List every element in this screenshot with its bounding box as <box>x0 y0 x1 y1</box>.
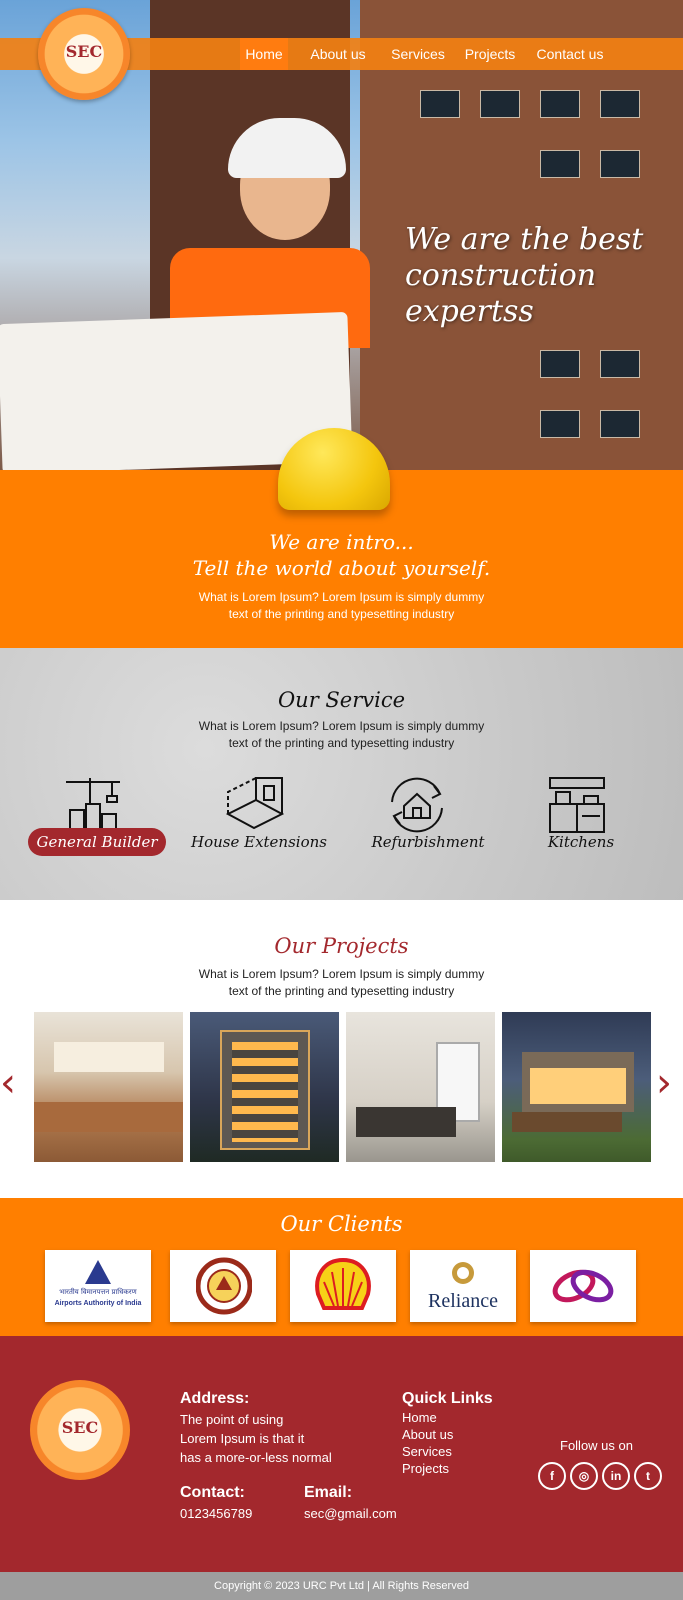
logo-text: SEC <box>65 42 103 61</box>
client-logo-reliance[interactable]: Reliance <box>410 1250 516 1322</box>
projects-section: Our Projects What is Lorem Ipsum? Lorem … <box>0 900 683 1198</box>
project-image-kitchen[interactable] <box>34 1012 183 1162</box>
intro-text-line2: text of the printing and typesetting ind… <box>228 607 455 621</box>
clients-title: Our Clients <box>280 1212 403 1236</box>
instagram-icon[interactable]: ◎ <box>570 1462 598 1490</box>
intro-text-line1: What is Lorem Ipsum? Lorem Ipsum is simp… <box>198 590 485 604</box>
chevron-right-icon[interactable]: › <box>656 1060 672 1106</box>
building-window <box>420 90 460 118</box>
twitter-icon[interactable]: t <box>634 1462 662 1490</box>
projects-title: Our Projects <box>274 934 409 958</box>
service-general-builder[interactable]: General Builder <box>28 828 166 856</box>
hero-title: We are the best construction expertss <box>405 222 675 330</box>
intro-heading-line2: Tell the world about yourself. <box>192 556 491 580</box>
contact-value[interactable]: 0123456789 <box>180 1504 252 1523</box>
address-line1: The point of using <box>180 1412 284 1427</box>
address-line3: has a more-or-less normal <box>180 1450 332 1465</box>
service-kitchens[interactable]: Kitchens <box>530 828 632 856</box>
building-window <box>540 90 580 118</box>
projects-text-line1: What is Lorem Ipsum? Lorem Ipsum is simp… <box>198 967 485 981</box>
nav-contact[interactable]: Contact us <box>532 38 608 70</box>
service-house-extensions[interactable]: House Extensions <box>186 828 332 856</box>
client-logo-aai[interactable]: भारतीय विमानपत्तन प्राधिकरण Airports Aut… <box>45 1250 151 1322</box>
email-value[interactable]: sec@gmail.com <box>304 1504 397 1523</box>
address-line2: Lorem Ipsum is that it <box>180 1431 305 1446</box>
project-image-modern-house[interactable] <box>502 1012 651 1162</box>
chevron-left-icon[interactable]: ‹ <box>0 1060 16 1106</box>
room-extension-icon <box>225 777 285 830</box>
client-logo-shell[interactable] <box>290 1250 396 1322</box>
footer: SEC Address: The point of using Lorem Ip… <box>0 1336 683 1572</box>
building-window <box>600 150 640 178</box>
address-title: Address: <box>180 1390 250 1407</box>
nav-about[interactable]: About us <box>302 38 374 70</box>
contact-title: Contact: <box>180 1484 245 1501</box>
client-logo-iit[interactable] <box>170 1250 276 1322</box>
hero-title-line2: construction <box>405 258 597 293</box>
nav-home[interactable]: Home <box>240 38 288 70</box>
client-logo-ribbon[interactable] <box>530 1250 636 1322</box>
aai-hindi: भारतीय विमानपत्तन प्राधिकरण <box>59 1288 137 1296</box>
footer-logo[interactable]: SEC <box>30 1380 130 1480</box>
hero-title-line3: expertss <box>405 294 534 329</box>
company-logo[interactable]: SEC <box>38 8 130 100</box>
copyright-bar: Copyright © 2023 URC Pvt Ltd | All Right… <box>0 1572 683 1600</box>
ribbon-logo-icon <box>552 1269 614 1303</box>
kitchen-icon <box>549 777 605 833</box>
project-image-living-room[interactable] <box>346 1012 495 1162</box>
email-title: Email: <box>304 1484 353 1501</box>
projects-text-line2: text of the printing and typesetting ind… <box>228 984 455 998</box>
linkedin-icon[interactable]: in <box>602 1462 630 1490</box>
services-title: Our Service <box>277 688 406 712</box>
facebook-icon[interactable]: f <box>538 1462 566 1490</box>
reliance-emblem-icon <box>452 1262 474 1284</box>
footer-logo-text: SEC <box>61 1418 99 1437</box>
building-window <box>540 150 580 178</box>
services-text-line2: text of the printing and typesetting ind… <box>228 736 455 750</box>
building-window <box>540 410 580 438</box>
hero-title-line1: We are the best <box>405 222 644 257</box>
follow-us-title: Follow us on <box>560 1438 633 1453</box>
footer-link-projects[interactable]: Projects <box>402 1459 449 1478</box>
building-window <box>600 410 640 438</box>
project-image-apartment[interactable] <box>190 1012 339 1162</box>
building-window <box>600 350 640 378</box>
aai-name: Airports Authority of India <box>54 1300 142 1307</box>
nav-projects[interactable]: Projects <box>460 38 520 70</box>
services-text-line1: What is Lorem Ipsum? Lorem Ipsum is simp… <box>198 719 485 733</box>
iit-seal-icon <box>196 1257 252 1315</box>
page: Home About us Services Projects Contact … <box>0 0 683 1600</box>
nav-services[interactable]: Services <box>386 38 450 70</box>
intro-heading-line1: We are intro... <box>269 530 414 554</box>
service-refurbishment[interactable]: Refurbishment <box>360 828 496 856</box>
shell-logo-icon <box>315 1258 371 1310</box>
crane-icon <box>64 778 122 835</box>
services-section: Our Service What is Lorem Ipsum? Lorem I… <box>0 648 683 900</box>
clients-section: Our Clients भारतीय विमानपत्तन प्राधिकरण … <box>0 1198 683 1336</box>
hero-banner: Home About us Services Projects Contact … <box>0 0 683 470</box>
reliance-wordmark: Reliance <box>428 1290 498 1312</box>
building-window <box>540 350 580 378</box>
building-window <box>480 90 520 118</box>
aai-emblem-icon <box>85 1260 111 1284</box>
quick-links-title: Quick Links <box>402 1390 493 1407</box>
building-window <box>600 90 640 118</box>
